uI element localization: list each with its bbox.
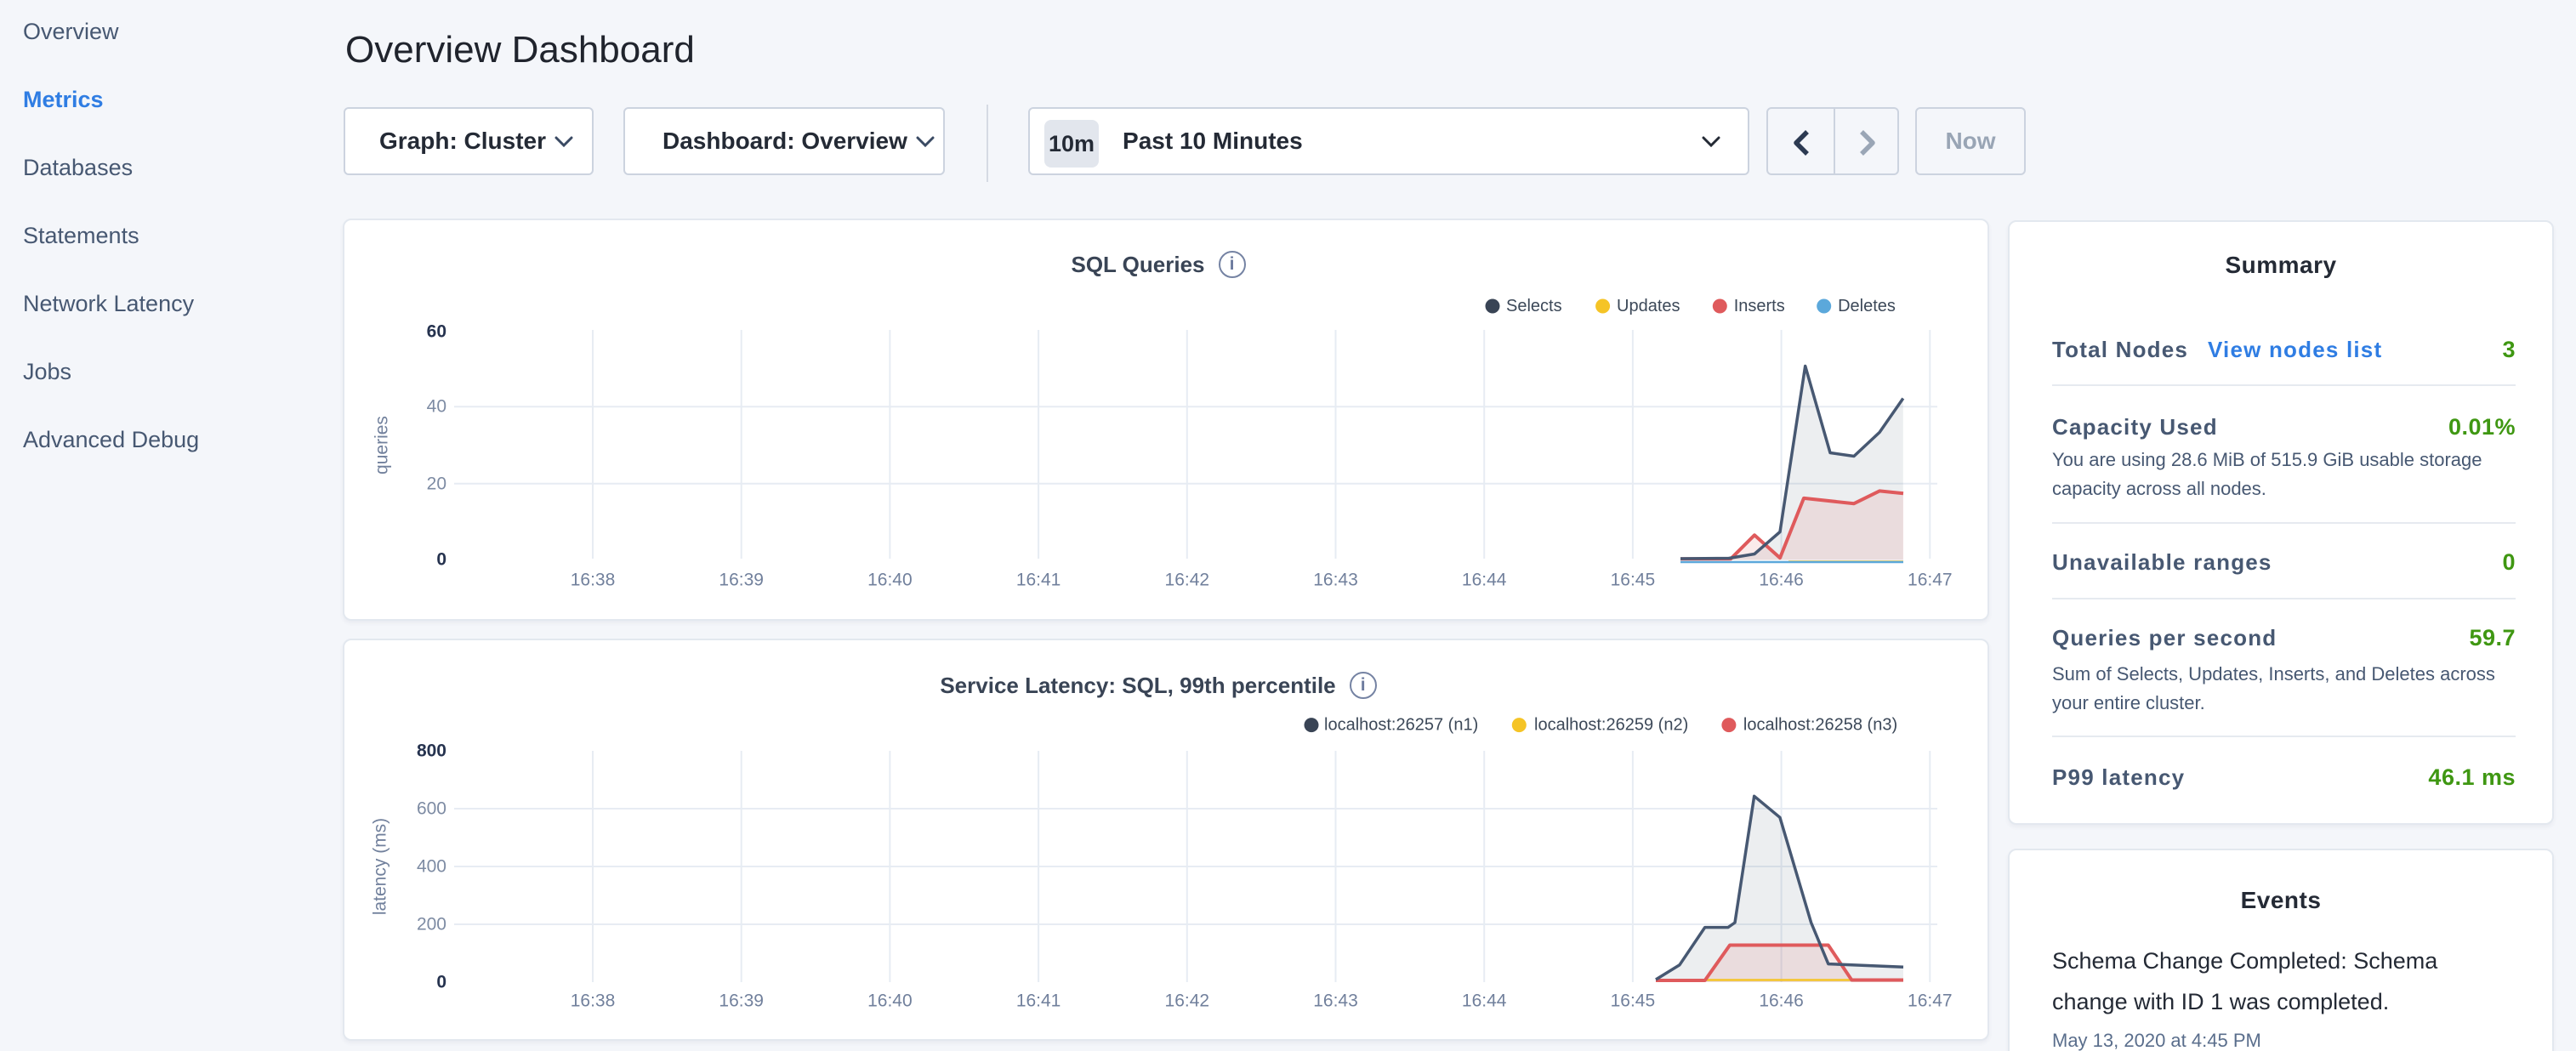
svg-text:16:44: 16:44 (1462, 571, 1507, 590)
svg-text:16:45: 16:45 (1611, 571, 1656, 590)
svg-text:Updates: Updates (1617, 297, 1680, 315)
svg-text:16:43: 16:43 (1313, 571, 1358, 590)
svg-text:16:38: 16:38 (571, 571, 616, 590)
svg-text:16:42: 16:42 (1165, 991, 1210, 1011)
svg-text:localhost:26258 (n3): localhost:26258 (n3) (1743, 716, 1897, 735)
svg-text:localhost:26259 (n2): localhost:26259 (n2) (1534, 716, 1688, 735)
svg-text:16:38: 16:38 (571, 991, 616, 1011)
svg-text:20: 20 (427, 474, 446, 493)
svg-text:60: 60 (427, 321, 446, 341)
svg-text:16:39: 16:39 (719, 571, 764, 590)
svg-text:queries: queries (372, 416, 392, 474)
svg-text:400: 400 (417, 857, 446, 877)
svg-text:16:40: 16:40 (867, 991, 913, 1011)
svg-text:Selects: Selects (1506, 297, 1562, 315)
svg-text:16:40: 16:40 (867, 571, 913, 590)
svg-text:16:39: 16:39 (719, 991, 764, 1011)
svg-text:600: 600 (417, 799, 446, 819)
svg-text:800: 800 (417, 741, 446, 761)
svg-text:16:45: 16:45 (1611, 991, 1656, 1011)
svg-text:latency (ms): latency (ms) (371, 818, 390, 915)
svg-text:40: 40 (427, 397, 446, 417)
svg-text:16:44: 16:44 (1462, 991, 1507, 1011)
svg-text:16:41: 16:41 (1016, 571, 1061, 590)
svg-text:16:41: 16:41 (1016, 991, 1061, 1011)
svg-text:0: 0 (436, 549, 446, 569)
svg-text:16:47: 16:47 (1908, 991, 1953, 1011)
svg-text:200: 200 (417, 915, 446, 935)
svg-text:16:42: 16:42 (1165, 571, 1210, 590)
svg-text:16:46: 16:46 (1759, 571, 1804, 590)
svg-text:16:47: 16:47 (1908, 571, 1953, 590)
svg-text:16:46: 16:46 (1759, 991, 1804, 1011)
svg-text:Deletes: Deletes (1838, 297, 1896, 315)
svg-text:Inserts: Inserts (1734, 297, 1785, 315)
svg-text:localhost:26257 (n1): localhost:26257 (n1) (1324, 716, 1478, 735)
svg-text:0: 0 (436, 973, 446, 992)
svg-text:16:43: 16:43 (1313, 991, 1358, 1011)
